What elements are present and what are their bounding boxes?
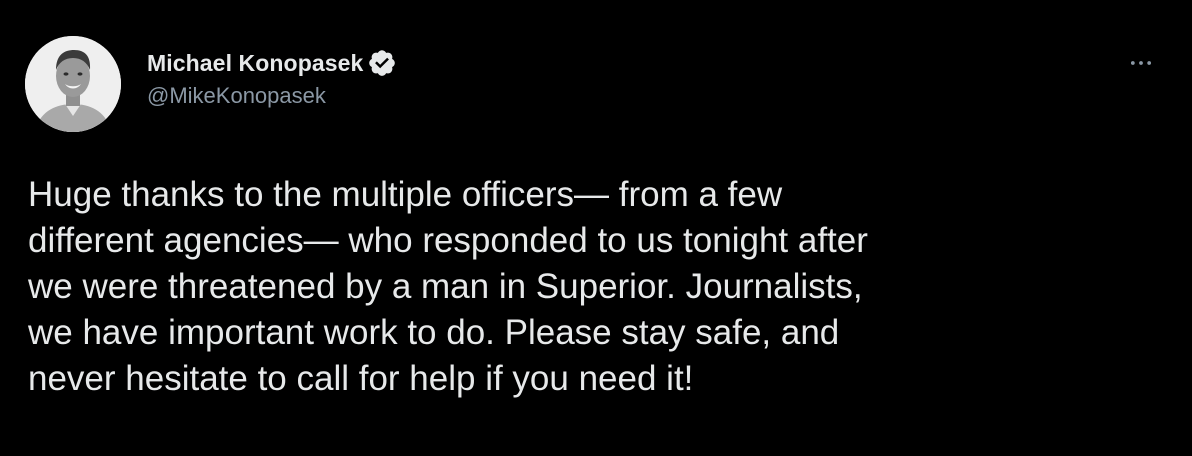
author-handle[interactable]: @MikeKonopasek bbox=[147, 83, 397, 109]
verified-badge-icon bbox=[367, 48, 397, 78]
avatar[interactable] bbox=[25, 36, 121, 132]
more-options-icon bbox=[1130, 61, 1152, 65]
author-display-name[interactable]: Michael Konopasek bbox=[147, 50, 363, 77]
avatar-photo bbox=[25, 36, 121, 132]
author-name-row: Michael Konopasek bbox=[147, 48, 397, 78]
author-info: Michael Konopasek @MikeKonopasek bbox=[147, 48, 397, 109]
tweet-text: Huge thanks to the multiple officers— fr… bbox=[28, 175, 868, 398]
more-options-button[interactable] bbox=[1126, 48, 1156, 78]
tweet-card: Michael Konopasek @MikeKonopasek Huge th… bbox=[0, 0, 1192, 456]
